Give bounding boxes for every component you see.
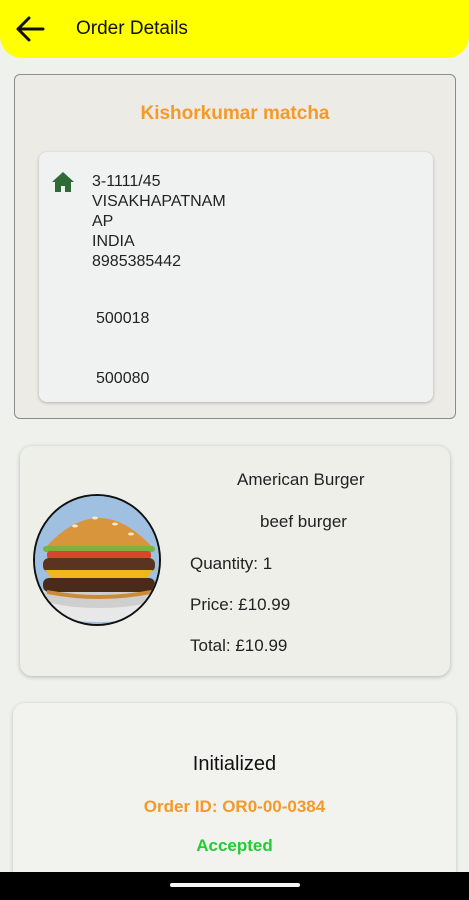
pincode: 500080: [96, 370, 150, 387]
address-line: INDIA: [92, 233, 135, 250]
address-line: 3-1111/45: [92, 173, 161, 190]
burger-image: [33, 494, 161, 626]
address-box: 3-1111/45 VISAKHAPATNAM AP INDIA 8985385…: [39, 152, 433, 402]
arrow-left-icon: [16, 16, 45, 42]
page-title: Order Details: [76, 18, 188, 39]
home-icon: [52, 172, 74, 192]
address-line: VISAKHAPATNAM: [92, 193, 226, 210]
item-total: Total: £10.99: [190, 636, 288, 655]
status-title: Initialized: [192, 753, 277, 775]
item-price: Price: £10.99: [190, 595, 291, 614]
phone-number: 8985385442: [92, 253, 181, 270]
address-card: Kishorkumar matcha 3-1111/45 VISAKHAPATN…: [14, 74, 456, 419]
item-quantity: Quantity: 1: [190, 554, 273, 573]
home-indicator[interactable]: [170, 883, 300, 887]
back-button[interactable]: [0, 4, 60, 54]
item-name: American Burger: [237, 470, 365, 489]
app-bar: Order Details: [0, 0, 469, 58]
item-description: beef burger: [260, 512, 347, 531]
pincode: 500018: [96, 310, 150, 327]
order-status-label: Accepted: [196, 836, 273, 855]
order-status-card: Initialized Order ID: OR0-00-0384 Accept…: [13, 703, 456, 883]
order-item-card[interactable]: American Burger beef burger Quantity: 1 …: [20, 446, 450, 676]
order-id: Order ID: OR0-00-0384: [143, 797, 326, 816]
address-lines: 3-1111/45 VISAKHAPATNAM AP INDIA 8985385…: [92, 172, 226, 272]
address-line: AP: [92, 213, 114, 230]
customer-name: Kishorkumar matcha: [140, 103, 330, 124]
